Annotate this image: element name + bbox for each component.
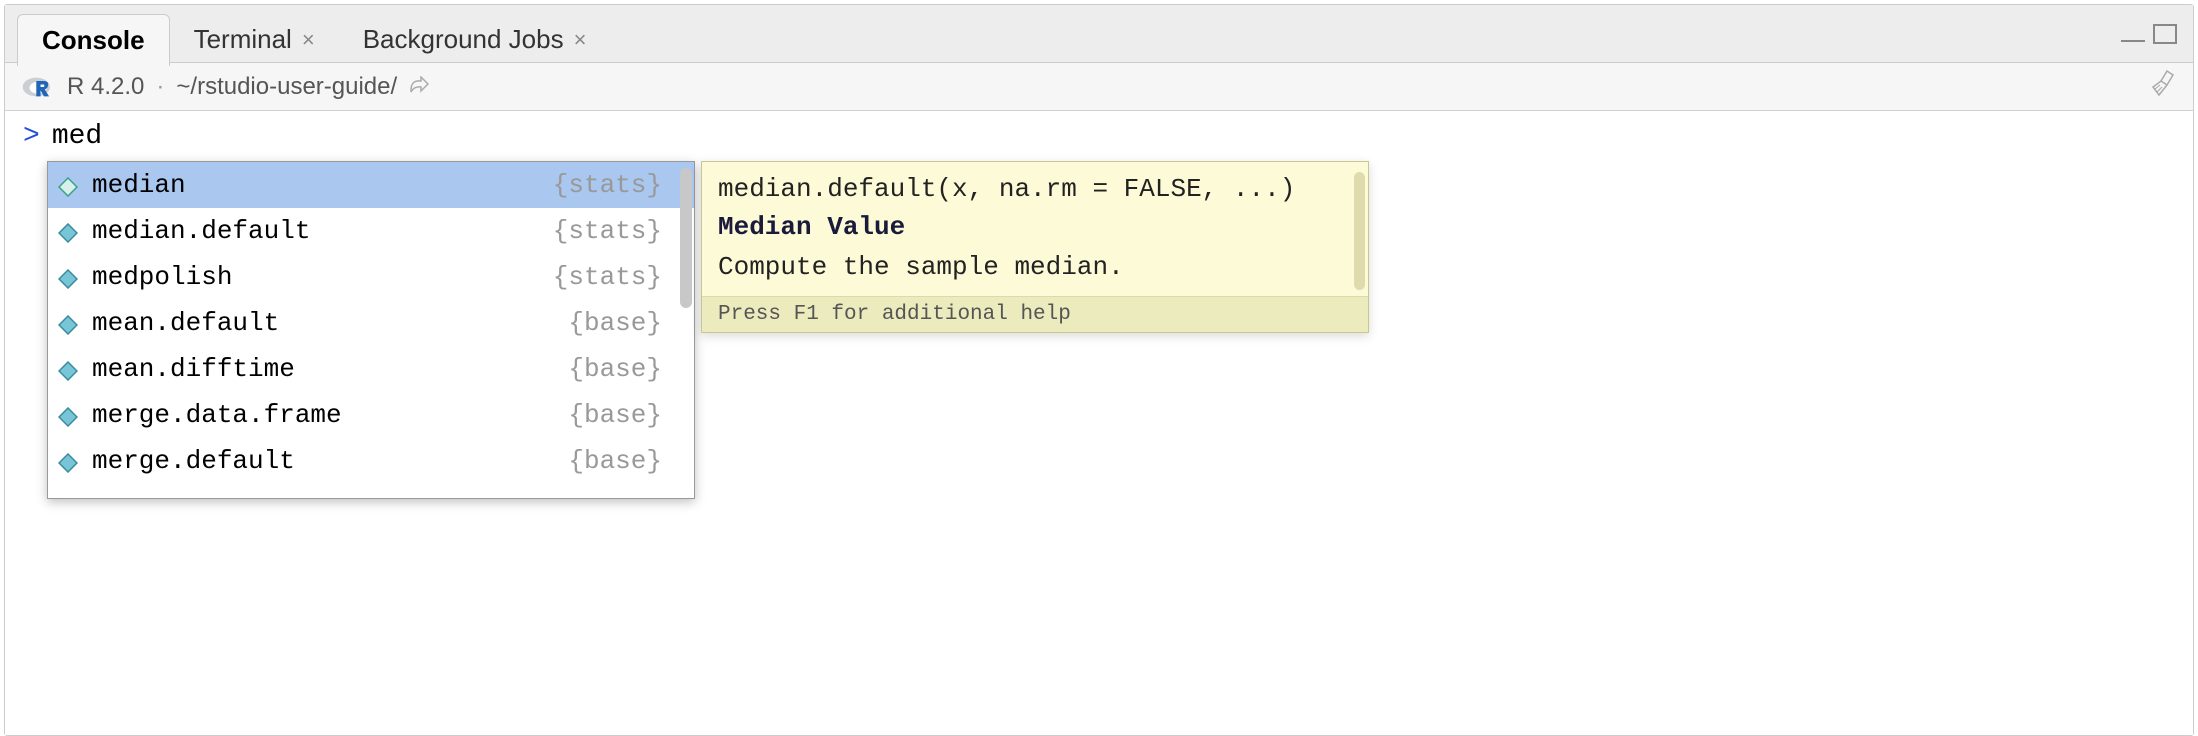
- autocomplete-item-name: merge.default: [92, 446, 568, 476]
- function-icon: [58, 451, 78, 471]
- tooltip-content: median.default(x, na.rm = FALSE, ...) Me…: [702, 162, 1368, 296]
- r-version-text: R 4.2.0: [67, 73, 144, 101]
- help-tooltip: median.default(x, na.rm = FALSE, ...) Me…: [701, 161, 1369, 333]
- autocomplete-item-package: {base}: [568, 308, 682, 338]
- tab-label: Console: [42, 25, 145, 56]
- tab-console[interactable]: Console: [17, 14, 170, 66]
- autocomplete-item[interactable]: merge.data.frame {base}: [48, 392, 694, 438]
- r-logo-icon: [21, 74, 55, 100]
- prompt-char: >: [23, 121, 40, 152]
- scrollbar-thumb[interactable]: [680, 168, 692, 308]
- console-input-text[interactable]: med: [52, 121, 102, 152]
- console-pane: Console Terminal × Background Jobs × R 4…: [4, 4, 2194, 736]
- autocomplete-item-name: merge.data.frame: [92, 400, 568, 430]
- autocomplete-item-name: medpolish: [92, 262, 553, 292]
- function-icon: [58, 359, 78, 379]
- autocomplete-item[interactable]: mean.default {base}: [48, 300, 694, 346]
- function-icon: [58, 313, 78, 333]
- autocomplete-item-package: {stats}: [553, 170, 682, 200]
- tooltip-signature: median.default(x, na.rm = FALSE, ...): [718, 174, 1352, 204]
- autocomplete-popup: median {stats} median.default {stats} me…: [47, 161, 1369, 499]
- function-icon: [58, 221, 78, 241]
- console-prompt-line: > med: [23, 121, 2175, 152]
- clear-console-icon[interactable]: [2149, 69, 2177, 104]
- window-controls: [2121, 24, 2193, 44]
- autocomplete-item-package: {base}: [568, 446, 682, 476]
- autocomplete-item-package: {stats}: [553, 262, 682, 292]
- function-icon: [58, 267, 78, 287]
- tab-terminal[interactable]: Terminal ×: [170, 14, 339, 66]
- maximize-icon[interactable]: [2153, 24, 2177, 44]
- autocomplete-item-name: median.default: [92, 216, 553, 246]
- autocomplete-item-package: {base}: [568, 354, 682, 384]
- console-info-bar: R 4.2.0 · ~/rstudio-user-guide/: [5, 63, 2193, 111]
- tooltip-description: Compute the sample median.: [718, 252, 1352, 282]
- close-icon[interactable]: ×: [302, 27, 315, 53]
- autocomplete-item-name: mean.difftime: [92, 354, 568, 384]
- separator-dot: ·: [156, 73, 164, 101]
- function-icon: [58, 405, 78, 425]
- tooltip-title: Median Value: [718, 212, 1352, 242]
- goto-directory-icon[interactable]: [409, 74, 429, 100]
- tab-label: Background Jobs: [363, 24, 564, 55]
- autocomplete-item[interactable]: merge.default {base}: [48, 438, 694, 484]
- autocomplete-item[interactable]: medpolish {stats}: [48, 254, 694, 300]
- minimize-icon[interactable]: [2121, 40, 2145, 42]
- autocomplete-item-name: median: [92, 170, 553, 200]
- tab-bar: Console Terminal × Background Jobs ×: [5, 5, 2193, 63]
- working-directory-path[interactable]: ~/rstudio-user-guide/: [176, 73, 397, 101]
- autocomplete-item[interactable]: mean.difftime {base}: [48, 346, 694, 392]
- autocomplete-list[interactable]: median {stats} median.default {stats} me…: [47, 161, 695, 499]
- autocomplete-item[interactable]: median.default {stats}: [48, 208, 694, 254]
- autocomplete-item-name: mean.default: [92, 308, 568, 338]
- function-icon: [58, 175, 78, 195]
- tab-background-jobs[interactable]: Background Jobs ×: [339, 14, 611, 66]
- autocomplete-item-package: {base}: [568, 400, 682, 430]
- tab-label: Terminal: [194, 24, 292, 55]
- tooltip-footer: Press F1 for additional help: [702, 296, 1368, 332]
- autocomplete-item-package: {stats}: [553, 216, 682, 246]
- scrollbar-thumb[interactable]: [1354, 172, 1365, 290]
- close-icon[interactable]: ×: [574, 27, 587, 53]
- console-body[interactable]: > med median {stats} median.default {st: [5, 111, 2193, 735]
- autocomplete-item[interactable]: median {stats}: [48, 162, 694, 208]
